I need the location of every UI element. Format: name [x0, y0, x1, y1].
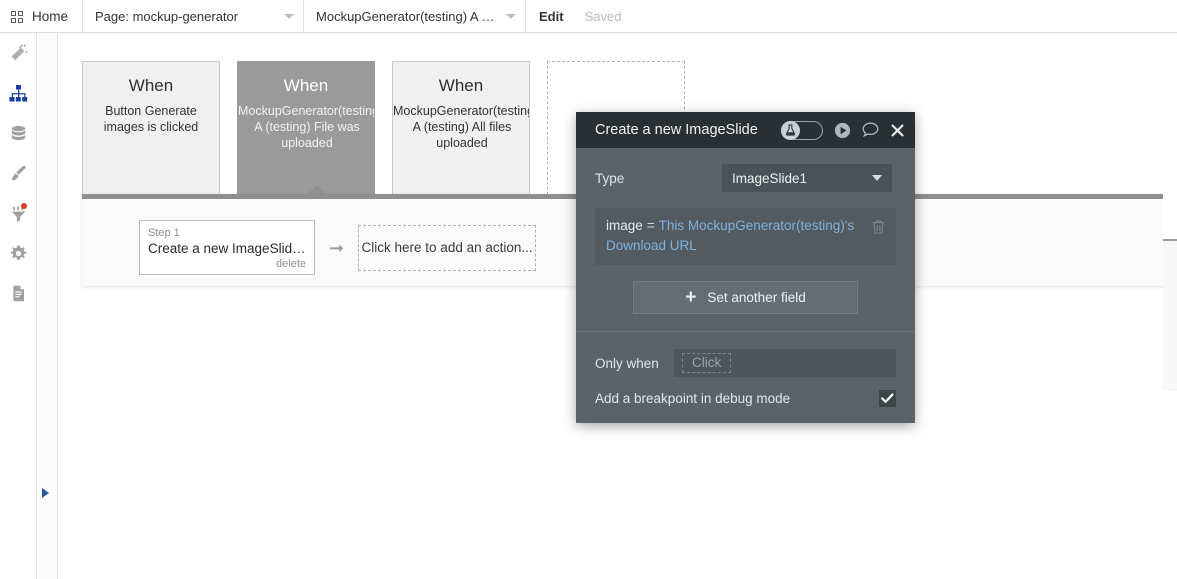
element-selector-label: MockupGenerator(testing) A (tes... — [316, 8, 497, 24]
event-description-line: A (testing) All files — [412, 120, 512, 134]
sidebar-item-workflow[interactable] — [0, 73, 36, 113]
type-select-value: ImageSlide1 — [732, 170, 808, 186]
event-description-line: A (testing) File was — [254, 120, 360, 134]
panel-header[interactable]: Create a new ImageSlide — [576, 112, 915, 148]
workflow-event-card[interactable]: When MockupGenerator(testing) A (testing… — [392, 61, 530, 205]
trash-glyph — [872, 220, 885, 234]
play-icon — [834, 122, 851, 138]
field-expression: image = This MockupGenerator(testing)'s Do… — [606, 216, 865, 256]
field-key: image — [606, 218, 643, 233]
event-description: MockupGenerator(testing) A (testing) Fil… — [238, 103, 375, 151]
page-selector[interactable]: Page: mockup-generator — [83, 0, 305, 32]
database-icon — [11, 125, 25, 140]
left-collapsed-panel — [37, 33, 58, 579]
workflow-event-card-selected[interactable]: When MockupGenerator(testing) A (testing… — [237, 61, 375, 205]
event-when-label: When — [128, 76, 174, 95]
home-grid-icon — [11, 10, 25, 23]
close-button[interactable] — [890, 123, 905, 138]
experiment-toggle[interactable] — [781, 120, 823, 140]
plugins-notification-badge — [21, 203, 27, 209]
type-select[interactable]: ImageSlide1 — [722, 164, 892, 192]
flask-icon — [785, 124, 796, 136]
checkmark-icon — [881, 393, 894, 403]
event-description-line: uploaded — [436, 136, 488, 150]
chevron-down-icon — [506, 13, 517, 19]
event-description-line: Button Generate — [105, 104, 197, 118]
sidebar-item-styles[interactable] — [0, 153, 36, 193]
expand-panel-triangle-right-icon[interactable] — [42, 488, 49, 498]
steps-panel-pointer — [306, 185, 328, 195]
trash-icon[interactable] — [871, 219, 886, 238]
only-when-input[interactable]: Click — [674, 349, 896, 377]
breakpoint-label: Add a breakpoint in debug mode — [595, 391, 791, 406]
panel-body: Type ImageSlide1 image = This MockupGenera… — [576, 148, 915, 423]
save-status: Saved — [584, 8, 622, 24]
page-selector-label: Page: mockup-generator — [95, 8, 239, 24]
gear-icon — [10, 245, 26, 260]
only-when-placeholder: Click — [682, 353, 732, 373]
plus-icon: + — [685, 287, 697, 308]
set-another-field-button[interactable]: + Set another field — [633, 281, 858, 314]
comment-button[interactable] — [862, 122, 879, 138]
step-delete-link[interactable]: delete — [148, 257, 306, 271]
workflow-step-card[interactable]: Step 1 Create a new ImageSlide1... delet… — [139, 220, 315, 275]
sidebar-item-design[interactable] — [0, 33, 36, 73]
sidebar-item-logs[interactable] — [0, 273, 36, 313]
set-another-field-label: Set another field — [707, 290, 806, 305]
event-description-line: uploaded — [281, 136, 333, 150]
sidebar-item-plugins[interactable] — [0, 193, 36, 233]
event-description-line: MockupGenerator(testing) — [238, 104, 375, 118]
only-when-row: Only when Click — [595, 332, 896, 377]
brush-icon — [11, 165, 26, 180]
chevron-down-icon — [284, 13, 295, 19]
close-icon — [891, 124, 904, 136]
event-description: MockupGenerator(testing) A (testing) All… — [393, 103, 530, 151]
event-when-label: When — [438, 76, 484, 95]
event-description-line: images is clicked — [103, 120, 199, 134]
sidebar-item-data[interactable] — [0, 113, 36, 153]
run-button[interactable] — [834, 122, 851, 139]
event-description-line: MockupGenerator(testing) — [393, 104, 530, 118]
action-property-panel: Create a new ImageSlide Type ImageSlide1… — [576, 112, 915, 423]
workflow-icon — [9, 84, 28, 101]
top-bar: Home Page: mockup-generator MockupGenera… — [0, 0, 1177, 33]
sidebar-item-settings[interactable] — [0, 233, 36, 273]
comment-icon — [862, 122, 879, 138]
step-number: Step 1 — [148, 227, 180, 239]
arrow-right-icon: ➞ — [329, 237, 345, 258]
toggle-knob — [781, 120, 800, 140]
field-row-image[interactable]: image = This MockupGenerator(testing)'s Do… — [595, 208, 896, 265]
field-equals: = — [646, 218, 655, 233]
workflow-event-card[interactable]: When Button Generate images is clicked — [82, 61, 220, 205]
type-row: Type ImageSlide1 — [595, 164, 896, 192]
home-button[interactable]: Home — [0, 0, 84, 32]
only-when-label: Only when — [595, 355, 659, 371]
document-icon — [12, 285, 24, 301]
event-when-label: When — [283, 76, 329, 95]
scrollbar-thumb[interactable] — [1163, 241, 1177, 391]
element-selector[interactable]: MockupGenerator(testing) A (tes... — [304, 0, 527, 32]
chevron-down-icon — [872, 175, 882, 181]
add-action-button[interactable]: Click here to add an action... — [358, 224, 537, 271]
breakpoint-row: Add a breakpoint in debug mode — [595, 390, 896, 423]
home-label: Home — [32, 8, 69, 24]
step-title: Create a new ImageSlide1... — [148, 241, 306, 256]
left-icon-rail — [0, 33, 37, 579]
edit-tab[interactable]: Edit — [526, 0, 577, 32]
wand-icon — [11, 43, 27, 60]
breakpoint-checkbox[interactable] — [879, 390, 896, 407]
canvas-vertical-scrollbar[interactable] — [1163, 33, 1177, 579]
type-label: Type — [595, 170, 625, 186]
panel-title: Create a new ImageSlide — [595, 122, 758, 138]
event-description: Button Generate images is clicked — [89, 103, 213, 135]
